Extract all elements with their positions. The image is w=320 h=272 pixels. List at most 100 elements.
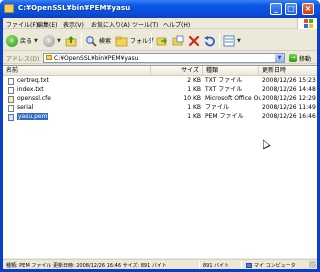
column-date[interactable]: 更新日時: [259, 66, 317, 76]
file-row[interactable]: openssl.cfe 10 KB Microsoft Office Ou...…: [3, 95, 317, 103]
undo-button[interactable]: [203, 33, 215, 48]
file-name: index.txt: [17, 86, 44, 93]
file-size: 1 KB: [187, 113, 201, 120]
file-date: 2008/12/26 11:49: [262, 104, 316, 111]
menu-help[interactable]: ヘルプ(H): [163, 20, 190, 29]
file-list[interactable]: 名前 サイズ 種類 更新日時 certreq.txt 2 KB TXT ファイル…: [3, 65, 317, 258]
file-date: 2008/12/26 12:29: [262, 95, 316, 102]
outlook-file-icon: [8, 96, 14, 103]
back-arrow-icon: ‹: [6, 34, 18, 47]
folder-icon: [46, 55, 52, 60]
move-to-button[interactable]: [156, 33, 168, 48]
column-size[interactable]: サイズ: [151, 66, 203, 76]
text-file-icon: [8, 87, 14, 94]
file-name: serial: [17, 104, 34, 111]
file-size: 1 KB: [187, 104, 201, 111]
up-folder-icon: [65, 35, 77, 46]
column-name[interactable]: 名前: [3, 66, 151, 76]
toolbar-separator: [81, 33, 82, 48]
status-zone-label: マイ コンピュータ: [254, 263, 296, 269]
delete-button[interactable]: [188, 33, 200, 48]
toolbar: ‹ 戻る ▼ › ▼ 検索 フォルダ ▼: [3, 30, 317, 51]
computer-icon: [246, 263, 252, 268]
menu-favorites[interactable]: お気に入り(A): [91, 20, 130, 29]
column-type[interactable]: 種類: [203, 66, 259, 76]
forward-button[interactable]: › ▼: [43, 33, 61, 48]
status-divider: [241, 261, 242, 269]
toolbar-separator: [219, 33, 220, 48]
file-size: 10 KB: [183, 95, 201, 102]
address-value: C:¥OpenSSL¥bin¥PEM¥yasu: [54, 55, 139, 62]
status-info: 種類: PEM ファイル 更新日時: 2008/12/26 16:46 サイズ:…: [6, 263, 167, 269]
menu-bar: ファイル(F) 編集(E) 表示(V) お気に入り(A) ツール(T) ヘルプ(…: [3, 18, 317, 29]
file-row-selected[interactable]: yasu.pem 1 KB PEM ファイル 2008/12/26 16:46: [3, 113, 317, 121]
file-type: PEM ファイル: [205, 113, 244, 120]
status-bar: 種類: PEM ファイル 更新日時: 2008/12/26 16:46 サイズ:…: [3, 259, 317, 269]
title-bar[interactable]: C:¥OpenSSL¥bin¥PEM¥yasu _ □ ×: [0, 0, 320, 18]
up-folder-button[interactable]: [65, 33, 77, 48]
window-client: ファイル(F) 編集(E) 表示(V) お気に入り(A) ツール(T) ヘルプ(…: [3, 18, 317, 269]
file-type: ファイル: [205, 104, 230, 111]
views-icon: [223, 35, 235, 46]
views-dropdown-icon[interactable]: ▼: [237, 38, 241, 44]
delete-icon: [188, 35, 200, 46]
file-date: 2008/12/26 14:48: [262, 86, 316, 93]
resize-grip[interactable]: [309, 261, 316, 268]
search-icon: [86, 35, 97, 47]
forward-dropdown-icon[interactable]: ▼: [57, 38, 61, 44]
back-button[interactable]: ‹ 戻る ▼: [6, 33, 38, 48]
search-button[interactable]: 検索: [85, 33, 111, 48]
toolbar-separator: [151, 33, 152, 48]
menu-tools[interactable]: ツール(T): [132, 20, 158, 29]
window-title: C:¥OpenSSL¥bin¥PEM¥yasu: [18, 4, 131, 12]
folders-icon: [115, 36, 128, 46]
file-type: TXT ファイル: [205, 86, 243, 93]
column-header: 名前 サイズ 種類 更新日時: [3, 66, 317, 76]
file-date: 2008/12/26 15:23: [262, 77, 316, 84]
mouse-cursor-icon: [259, 137, 271, 150]
maximize-button[interactable]: □: [285, 3, 297, 15]
menu-edit[interactable]: 編集(E): [37, 20, 57, 29]
status-divider: [199, 261, 200, 269]
file-row[interactable]: serial 1 KB ファイル 2008/12/26 11:49: [3, 104, 317, 112]
file-name: yasu.pem: [17, 113, 49, 120]
file-row[interactable]: certreq.txt 2 KB TXT ファイル 2008/12/26 15:…: [3, 77, 317, 85]
undo-icon: [204, 35, 215, 46]
close-button[interactable]: ×: [302, 3, 314, 15]
search-label: 検索: [99, 38, 112, 45]
file-size: 2 KB: [187, 77, 201, 84]
file-row[interactable]: index.txt 1 KB TXT ファイル 2008/12/26 14:48: [3, 86, 317, 94]
file-name: certreq.txt: [17, 77, 49, 84]
text-file-icon: [8, 78, 14, 85]
minimize-button[interactable]: _: [270, 3, 282, 15]
menu-file[interactable]: ファイル(F): [6, 20, 38, 29]
go-button[interactable]: → 移動: [289, 53, 315, 63]
file-date: 2008/12/26 16:46: [262, 113, 316, 120]
back-label: 戻る: [20, 38, 33, 45]
folders-button[interactable]: フォルダ: [115, 33, 154, 48]
go-arrow-icon: →: [289, 54, 297, 62]
copy-to-button[interactable]: [172, 33, 184, 48]
address-bar: アドレス(D) C:¥OpenSSL¥bin¥PEM¥yasu ▼ → 移動: [3, 52, 317, 64]
windows-logo-icon: [297, 18, 317, 29]
status-zone: マイ コンピュータ: [246, 262, 296, 269]
address-dropdown-icon[interactable]: ▼: [275, 54, 284, 62]
file-name: openssl.cfe: [17, 95, 51, 102]
file-size: 1 KB: [187, 86, 201, 93]
file-type: TXT ファイル: [205, 77, 243, 84]
move-to-icon: [156, 37, 167, 45]
folder-icon: [4, 4, 14, 13]
go-label: 移動: [299, 55, 312, 63]
menu-view[interactable]: 表示(V): [63, 20, 84, 29]
pem-file-icon: [8, 114, 14, 121]
status-size: 891 バイト: [203, 263, 230, 269]
address-input[interactable]: C:¥OpenSSL¥bin¥PEM¥yasu ▼: [43, 53, 285, 63]
back-dropdown-icon[interactable]: ▼: [34, 38, 38, 44]
generic-file-icon: [8, 105, 14, 112]
copy-to-icon: [172, 35, 184, 45]
address-label: アドレス(D): [6, 56, 40, 63]
file-type: Microsoft Office Ou...: [205, 95, 261, 102]
explorer-window: C:¥OpenSSL¥bin¥PEM¥yasu _ □ × ファイル(F) 編集…: [0, 0, 320, 272]
forward-arrow-icon: ›: [43, 34, 55, 47]
views-button[interactable]: ▼: [223, 33, 241, 48]
